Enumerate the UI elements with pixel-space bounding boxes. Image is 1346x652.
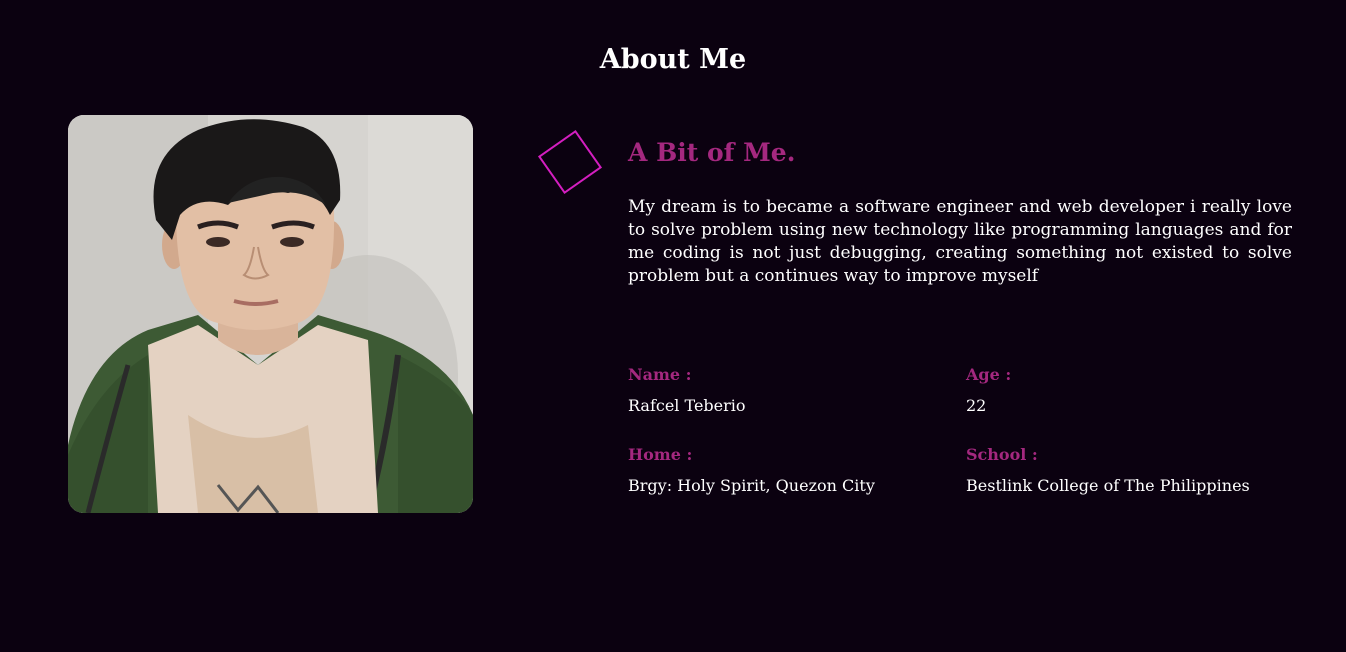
about-bio: My dream is to became a software enginee… (628, 197, 1292, 286)
info-age-label: Age : (966, 365, 1012, 384)
info-home-label: Home : (628, 445, 693, 464)
info-name-label: Name : (628, 365, 692, 384)
info-grid: Name : Rafcel Teberio Age : 22 Home : Br… (628, 365, 1328, 505)
info-school-value: Bestlink College of The Philippines (966, 476, 1250, 495)
profile-photo (68, 115, 473, 513)
info-school: School : Bestlink College of The Philipp… (966, 445, 1296, 495)
section-title: About Me (599, 44, 747, 75)
about-section: About Me A Bit of Me. My dream is to bec… (0, 0, 1346, 652)
diamond-icon (537, 129, 603, 195)
info-school-label: School : (966, 445, 1038, 464)
info-home: Home : Brgy: Holy Spirit, Quezon City (628, 445, 958, 495)
info-age: Age : 22 (966, 365, 1296, 415)
about-subtitle: A Bit of Me. (628, 138, 796, 167)
info-age-value: 22 (966, 396, 987, 415)
info-home-value: Brgy: Holy Spirit, Quezon City (628, 476, 875, 495)
info-name: Name : Rafcel Teberio (628, 365, 958, 415)
info-name-value: Rafcel Teberio (628, 396, 746, 415)
